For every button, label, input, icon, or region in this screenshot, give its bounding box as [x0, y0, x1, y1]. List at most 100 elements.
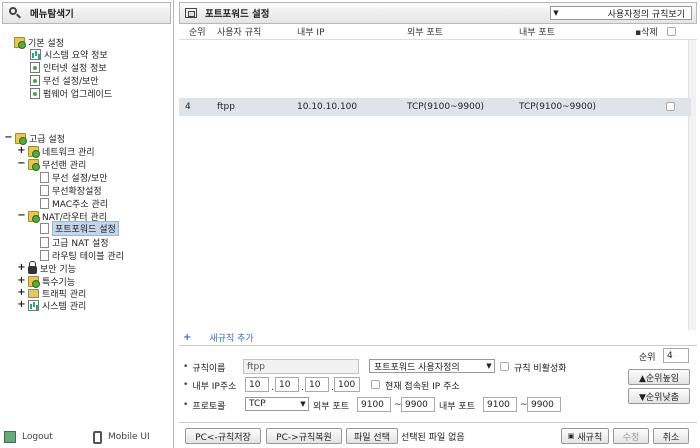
- firmware-icon: [30, 87, 40, 99]
- current-ip-label: 현재 접속된 IP 주소: [385, 381, 460, 392]
- select-all-checkbox[interactable]: [667, 27, 676, 36]
- lock-icon: [28, 260, 37, 274]
- search-icon: [8, 6, 22, 20]
- collapse-toggle[interactable]: −: [17, 211, 26, 221]
- page-title: 포트포워드 설정: [205, 9, 270, 20]
- collapse-toggle[interactable]: −: [4, 133, 13, 143]
- table-scrollbar[interactable]: [688, 40, 696, 330]
- col-order: 순위: [189, 28, 206, 38]
- ip-octet-3[interactable]: 10: [305, 377, 329, 392]
- view-rules-select[interactable]: ▼ 사용자정의 규칙보기: [550, 6, 692, 20]
- rule-type-select[interactable]: 포트포워드 사용자정의 ▼: [369, 359, 495, 373]
- tree-item-system-summary[interactable]: 시스템 요약 정보: [30, 48, 108, 61]
- col-int-port: 내부 포트: [519, 28, 555, 38]
- menu-panel-title: 메뉴탐색기: [30, 9, 74, 20]
- ip-label: 내부 IP주소: [183, 377, 236, 393]
- tree-group-network[interactable]: + 네트워크 관리: [17, 145, 95, 158]
- menu-panel-header: 메뉴탐색기: [2, 2, 171, 24]
- folder-icon: [28, 145, 40, 158]
- tree-item-mac-address[interactable]: MAC주소 관리: [40, 197, 108, 210]
- tree-group-wireless[interactable]: − 무선랜 관리: [17, 158, 86, 171]
- col-delete[interactable]: ▪삭제: [635, 25, 658, 38]
- cancel-button[interactable]: 취소: [653, 428, 689, 444]
- tree-item-internet-info[interactable]: 인터넷 설정 정보: [30, 61, 107, 74]
- page-icon: [40, 249, 49, 261]
- ext-port-label: 외부 포트: [313, 401, 349, 412]
- folder-icon: [28, 210, 40, 223]
- priority-input[interactable]: 4: [663, 348, 689, 363]
- logout-link[interactable]: Logout: [4, 430, 53, 444]
- port-forward-header: 포트포워드 설정 ▼ 사용자정의 규칙보기: [179, 2, 697, 24]
- tree-advanced-settings[interactable]: − 고급 설정: [4, 132, 65, 145]
- tree-item-wireless-security[interactable]: 무선 설정/보안: [30, 74, 99, 87]
- int-port-to-input[interactable]: 9900: [527, 397, 561, 412]
- plus-icon: +: [183, 332, 192, 343]
- summary-icon: [30, 48, 41, 60]
- traffic-icon: [28, 288, 39, 298]
- expand-toggle[interactable]: +: [17, 276, 26, 286]
- tree-item-firmware-upgrade[interactable]: 펌웨어 업그레이드: [30, 87, 112, 100]
- disable-rule-checkbox[interactable]: [500, 362, 509, 371]
- ip-octet-4[interactable]: 100: [334, 377, 360, 392]
- tree-group-traffic[interactable]: + 트래픽 관리: [17, 287, 86, 300]
- tree-item-wireless-config[interactable]: 무선 설정/보안: [40, 171, 108, 184]
- folder-icon: [28, 275, 40, 288]
- expand-toggle[interactable]: +: [17, 288, 26, 298]
- priority-down-button[interactable]: ▼순위낮춤: [628, 388, 690, 404]
- collapse-toggle[interactable]: −: [17, 159, 26, 169]
- folder-gear-icon: [14, 36, 26, 49]
- file-status: 선택된 파일 없음: [401, 432, 465, 443]
- expand-toggle[interactable]: +: [17, 300, 26, 310]
- ext-port-from-input[interactable]: 9100: [357, 397, 391, 412]
- expand-toggle[interactable]: +: [17, 146, 26, 156]
- col-ip: 내부 IP: [297, 28, 325, 38]
- page-icon: [40, 197, 49, 209]
- add-rule-link[interactable]: + 새규칙 추가: [183, 331, 254, 344]
- file-select-button[interactable]: 파일 선택: [346, 428, 398, 444]
- priority-up-button[interactable]: ▲순위높임: [628, 369, 690, 385]
- page-icon: [40, 236, 49, 248]
- tree-item-wireless-extend[interactable]: 무선확장설정: [40, 184, 102, 197]
- restore-rules-from-pc-button[interactable]: PC->규칙복원: [266, 428, 342, 444]
- expand-toggle[interactable]: +: [17, 263, 26, 273]
- new-rule-button[interactable]: ▣ 새규칙: [561, 428, 609, 444]
- internet-icon: [30, 61, 40, 73]
- form-divider: [179, 345, 697, 346]
- tree-item-advanced-nat[interactable]: 고급 NAT 설정: [40, 236, 109, 249]
- mobile-ui-link[interactable]: Mobile UI: [93, 430, 150, 444]
- col-rule: 사용자 규칙: [217, 28, 262, 38]
- rule-name-input[interactable]: ftpp: [243, 359, 359, 374]
- port-forward-panel: 포트포워드 설정 ▼ 사용자정의 규칙보기 순위 사용자 규칙 내부 IP 외부…: [179, 0, 697, 448]
- tree-group-special[interactable]: + 특수기능: [17, 275, 75, 288]
- tree-item-routing-table[interactable]: 라우팅 테이블 관리: [40, 249, 124, 262]
- system-icon: [28, 299, 39, 311]
- tree-basic-settings[interactable]: 기본 설정: [14, 36, 64, 49]
- disable-rule-label: 규칙 비활성화: [514, 363, 567, 374]
- page-icon: [40, 171, 49, 183]
- edit-button[interactable]: 수정: [613, 428, 649, 444]
- ip-octet-1[interactable]: 10: [245, 377, 269, 392]
- logout-icon: [4, 431, 16, 443]
- tree-group-system[interactable]: + 시스템 관리: [17, 299, 86, 312]
- ext-port-to-input[interactable]: 9900: [401, 397, 435, 412]
- row-delete-checkbox[interactable]: [666, 102, 675, 111]
- folder-gear-icon: [15, 132, 27, 145]
- mobile-icon: [93, 430, 102, 444]
- int-port-label: 내부 포트: [439, 401, 475, 412]
- protocol-label: 프로토콜: [183, 397, 225, 413]
- page-icon: [40, 222, 49, 234]
- table-row[interactable]: 4 ftpp 10.10.10.100 TCP(9100~9900) TCP(9…: [179, 98, 691, 116]
- new-icon: ▣: [567, 432, 575, 440]
- ip-octet-2[interactable]: 10: [275, 377, 299, 392]
- tree-item-port-forward[interactable]: 포트포워드 설정: [40, 220, 119, 236]
- int-port-from-input[interactable]: 9100: [483, 397, 517, 412]
- dropdown-arrow-icon: ▼: [300, 400, 306, 408]
- protocol-select[interactable]: TCP ▼: [245, 397, 309, 411]
- current-ip-checkbox[interactable]: [371, 380, 380, 389]
- tree-group-security[interactable]: + 보안 기능: [17, 260, 76, 275]
- save-rules-to-pc-button[interactable]: PC<-규칙저장: [185, 428, 261, 444]
- dropdown-arrow-icon: ▼: [553, 9, 559, 17]
- table-header: 순위 사용자 규칙 내부 IP 외부 포트 내부 포트 ▪삭제: [179, 24, 697, 40]
- dropdown-arrow-icon: ▼: [486, 362, 492, 370]
- window-icon: [185, 8, 197, 18]
